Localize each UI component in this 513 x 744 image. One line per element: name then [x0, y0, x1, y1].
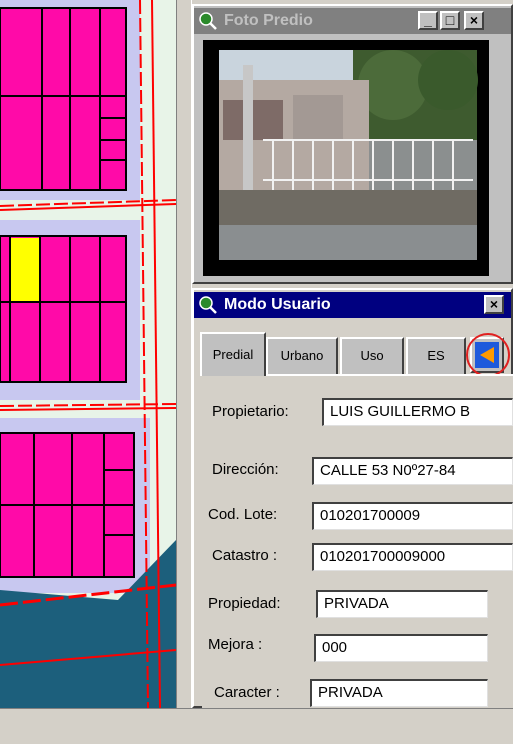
catastro-label: Catastro :: [212, 547, 278, 564]
globe-magnifier-icon: [199, 12, 217, 30]
status-bar: [0, 708, 513, 744]
caracter-label: Caracter :: [214, 684, 280, 701]
photo-window: Foto Predio _ □ ×: [192, 4, 513, 284]
caracter-field[interactable]: PRIVADA: [310, 679, 488, 707]
photo-window-title: Foto Predio: [224, 12, 313, 29]
maximize-button[interactable]: □: [440, 11, 460, 30]
direccion-label: Dirección:: [212, 461, 279, 478]
parcel-photo: [203, 40, 489, 276]
mejora-label: Mejora :: [208, 636, 263, 653]
propietario-field[interactable]: LUIS GUILLERMO B: [322, 398, 513, 426]
mejora-field[interactable]: 000: [314, 634, 488, 662]
propietario-label: Propietario:: [212, 403, 289, 420]
propiedad-label: Propiedad:: [208, 595, 281, 612]
cod-lote-field[interactable]: 010201700009: [312, 502, 513, 530]
user-mode-titlebar[interactable]: Modo Usuario: [194, 292, 511, 318]
vertical-splitter[interactable]: [176, 0, 192, 708]
minimize-button[interactable]: _: [418, 11, 438, 30]
cod-lote-label: Cod. Lote:: [208, 506, 278, 523]
tab-es[interactable]: ES: [406, 337, 466, 375]
tab-urbano[interactable]: Urbano: [266, 337, 338, 375]
propiedad-field[interactable]: PRIVADA: [316, 590, 488, 618]
close-button[interactable]: ×: [484, 295, 504, 314]
direccion-field[interactable]: CALLE 53 N0º27-84: [312, 457, 513, 485]
tab-predial[interactable]: Predial: [200, 332, 266, 376]
user-mode-title: Modo Usuario: [224, 296, 331, 313]
close-button[interactable]: ×: [464, 11, 484, 30]
tab-uso[interactable]: Uso: [340, 337, 404, 375]
map-view[interactable]: [0, 0, 176, 708]
globe-magnifier-icon: [199, 296, 217, 314]
catastro-field[interactable]: 010201700009000: [312, 543, 513, 571]
selected-parcel[interactable]: [10, 238, 40, 302]
highlight-circle: [466, 333, 510, 377]
